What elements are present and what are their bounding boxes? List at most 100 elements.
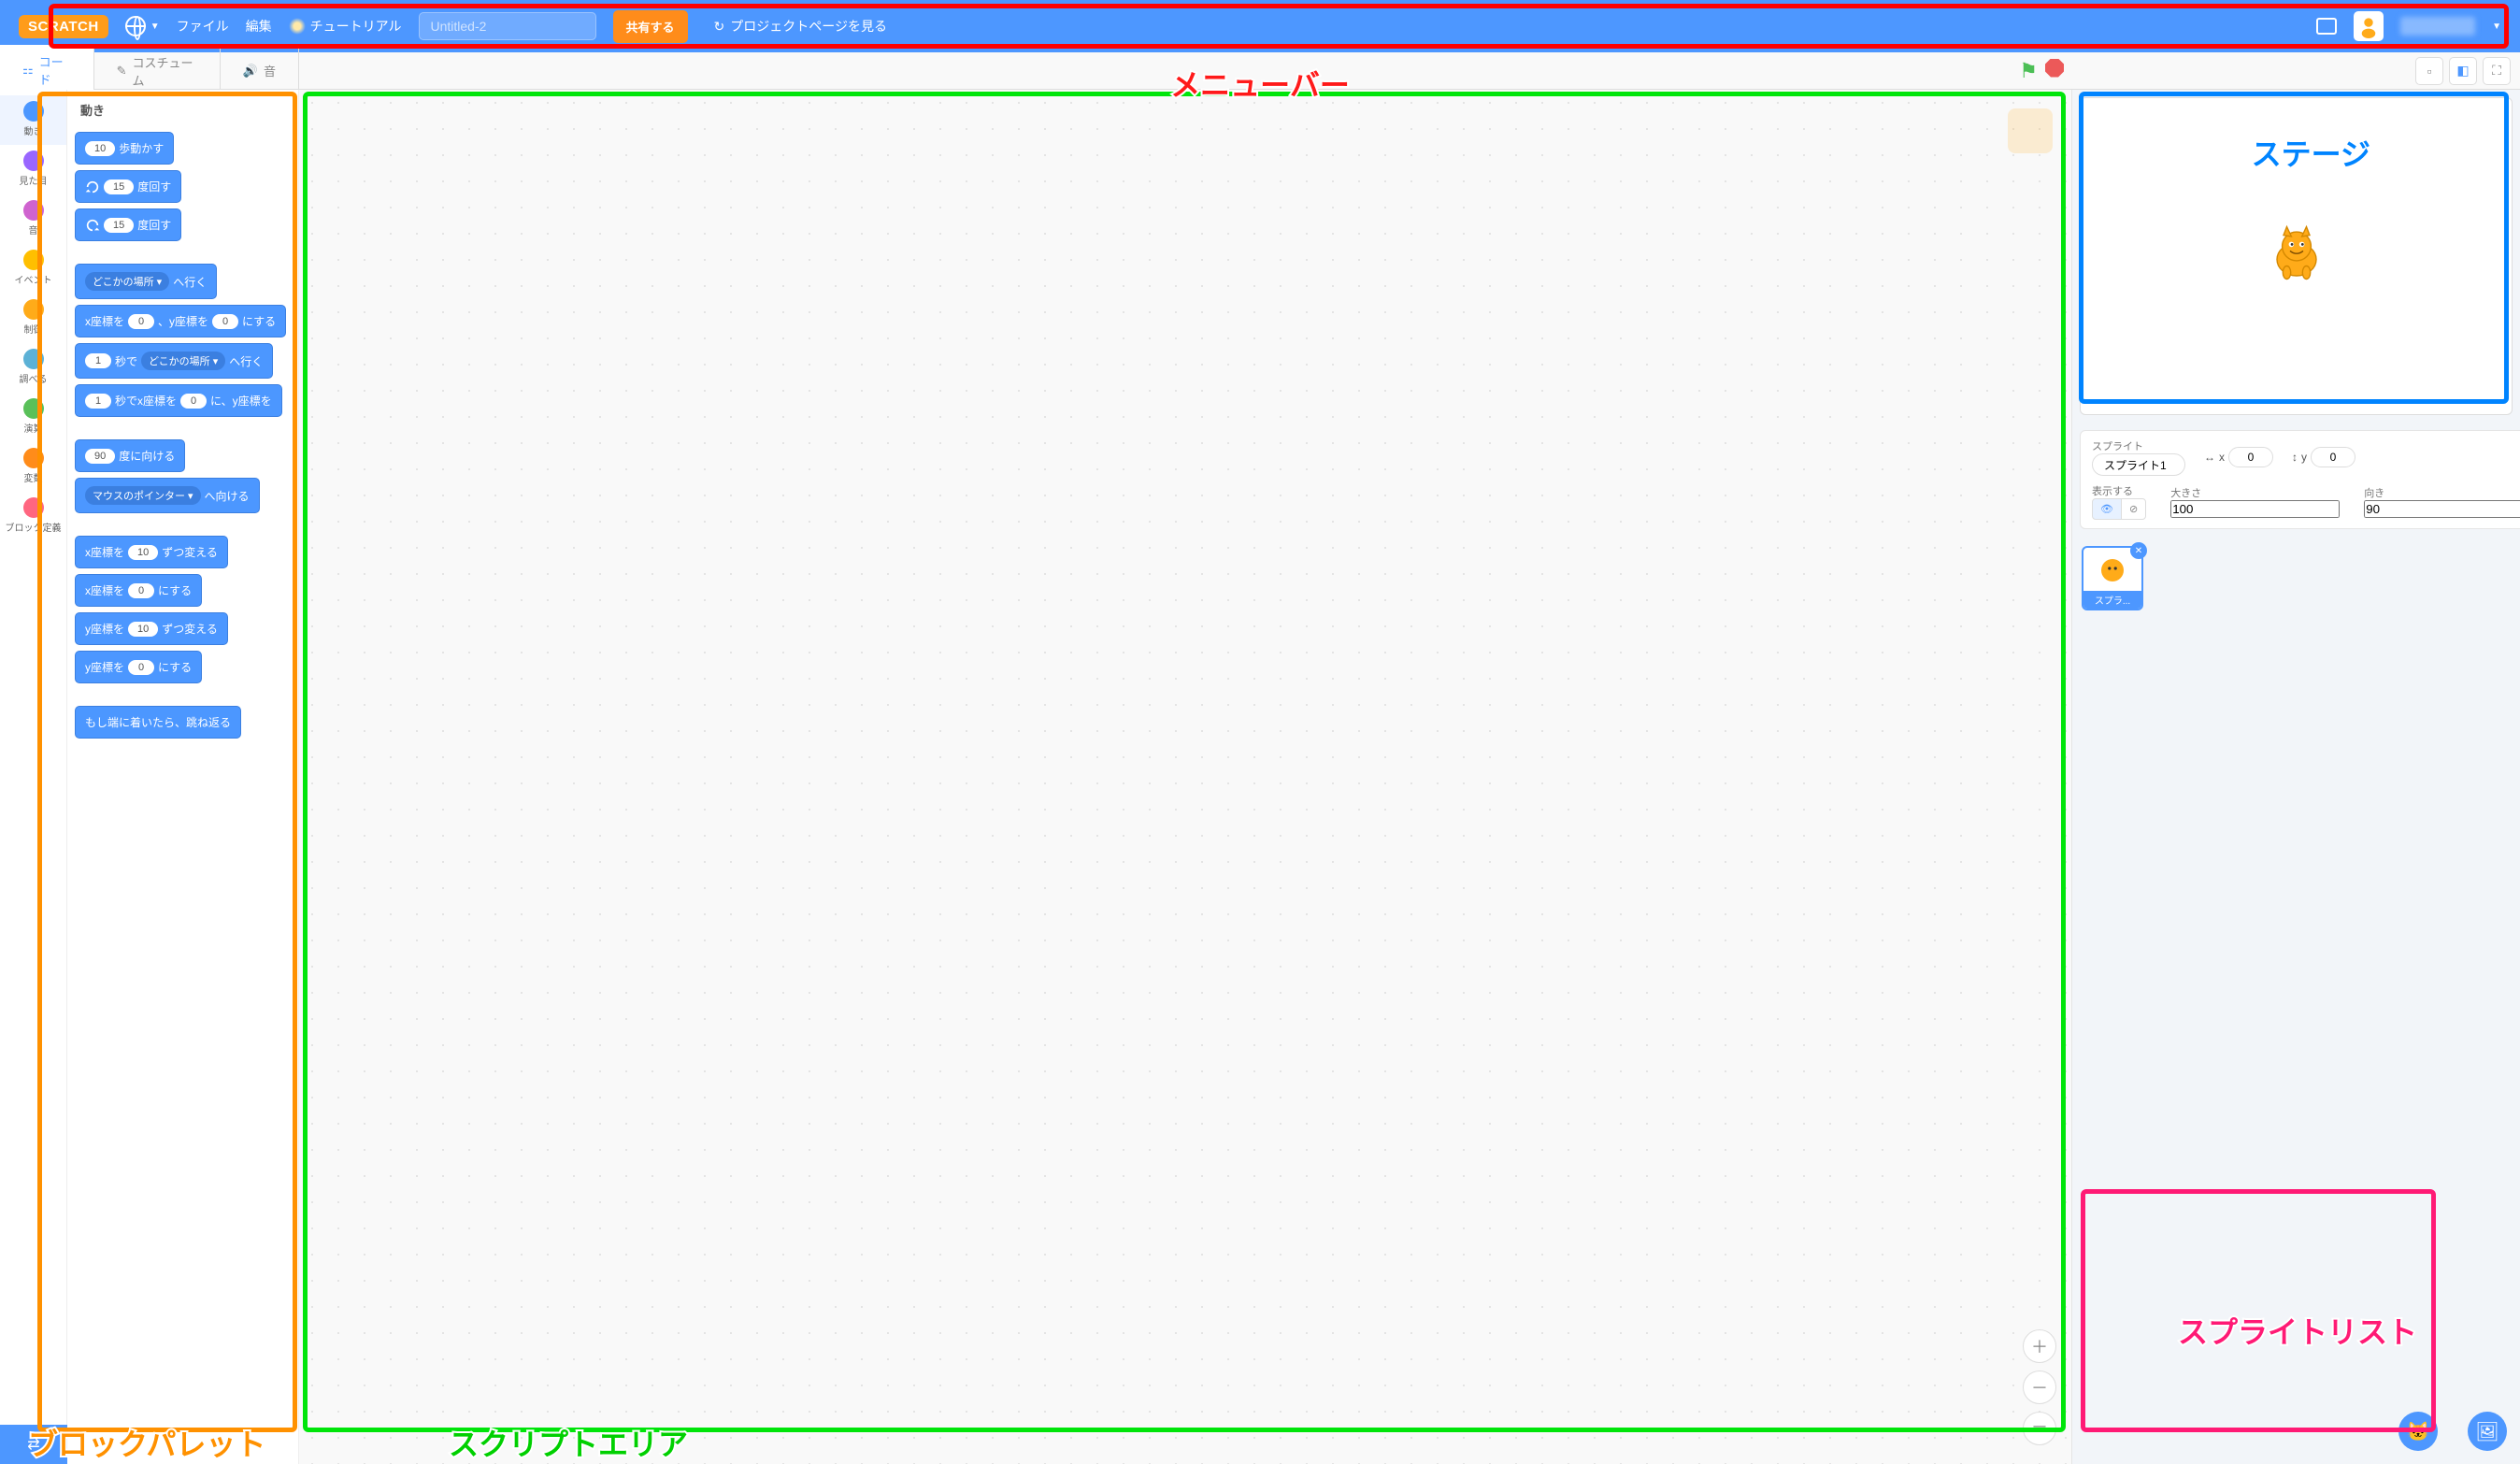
block-dropdown[interactable]: マウスのポインター ▾ (85, 486, 201, 505)
sprite-watermark-icon (2008, 108, 2053, 153)
add-sprite-button[interactable]: 🐱 (2398, 1412, 2438, 1451)
category-イベント[interactable]: イベント (0, 244, 66, 294)
category-制御[interactable]: 制御 (0, 294, 66, 343)
block-goto-xy[interactable]: x座標を0、y座標を0にする (75, 305, 286, 337)
category-ブロック定義[interactable]: ブロック定義 (0, 492, 66, 541)
scratch-logo[interactable]: SCRATCH (19, 15, 108, 38)
stop-button[interactable] (2045, 59, 2064, 78)
block-bounce-on-edge[interactable]: もし端に着いたら、跳ね返る (75, 706, 241, 739)
block-input[interactable]: 10 (128, 622, 158, 637)
block-change-x[interactable]: x座標を10ずつ変える (75, 536, 228, 568)
block-input[interactable]: 15 (104, 179, 134, 194)
blocks-category-header: 動き (75, 97, 291, 126)
turn-left-icon (85, 218, 100, 233)
x-input[interactable] (2228, 447, 2273, 467)
block-input[interactable]: 1 (85, 394, 111, 409)
block-text: y座標を (85, 621, 124, 637)
tutorials-button[interactable]: チュートリアル (289, 17, 402, 36)
category-label: 動き (24, 123, 43, 137)
block-move-steps[interactable]: 10歩動かす (75, 132, 174, 165)
block-text: y座標を (85, 659, 124, 675)
share-button[interactable]: 共有する (613, 10, 688, 43)
size-input[interactable] (2170, 500, 2340, 518)
block-point-towards[interactable]: マウスのポインター ▾へ向ける (75, 478, 260, 513)
category-調べる[interactable]: 調べる (0, 343, 66, 393)
block-turn-right[interactable]: 15度回す (75, 170, 181, 203)
block-input[interactable]: 10 (128, 545, 158, 560)
project-page-button[interactable]: ↻プロジェクトページを見る (705, 11, 896, 41)
category-label: イベント (15, 272, 52, 286)
block-point-direction[interactable]: 90度に向ける (75, 439, 185, 472)
block-glide-xy[interactable]: 1秒でx座標を0に、y座標を (75, 384, 282, 417)
block-input[interactable]: 15 (104, 218, 134, 233)
block-input[interactable]: 1 (85, 353, 111, 368)
sprite-label: スプライト (2092, 438, 2185, 453)
visibility-toggle[interactable]: 👁⊘ (2092, 498, 2146, 520)
category-演算[interactable]: 演算 (0, 393, 66, 442)
x-arrow-icon: ↔ (2204, 451, 2215, 464)
block-input[interactable]: 10 (85, 141, 115, 156)
category-見た目[interactable]: 見た目 (0, 145, 66, 194)
edit-menu[interactable]: 編集 (246, 17, 272, 36)
show-icon[interactable]: 👁 (2093, 499, 2122, 519)
category-変数[interactable]: 変数 (0, 442, 66, 492)
block-turn-left[interactable]: 15度回す (75, 208, 181, 241)
language-menu[interactable]: ▼ (125, 16, 160, 36)
sound-icon: 🔊 (243, 64, 258, 79)
y-input[interactable] (2311, 447, 2355, 467)
hide-icon[interactable]: ⊘ (2122, 499, 2145, 519)
script-area[interactable]: ＋ － ＝ (299, 90, 2071, 1464)
category-label: 調べる (20, 371, 48, 385)
block-text: に、y座標を (210, 393, 272, 409)
stage-small-button[interactable]: ▫ (2415, 57, 2443, 85)
block-input[interactable]: 0 (128, 660, 154, 675)
add-backdrop-button[interactable]: 🖼 (2468, 1412, 2507, 1451)
zoom-out-button[interactable]: － (2023, 1371, 2056, 1404)
block-goto[interactable]: どこかの場所 ▾へ行く (75, 264, 217, 299)
block-input[interactable]: 0 (128, 314, 154, 329)
block-dropdown[interactable]: どこかの場所 ▾ (141, 352, 225, 370)
sprite-tile[interactable]: ✕ スプラ... (2082, 546, 2143, 610)
block-text: にする (242, 313, 276, 329)
category-動き[interactable]: 動き (0, 95, 66, 145)
zoom-in-button[interactable]: ＋ (2023, 1329, 2056, 1363)
block-set-y[interactable]: y座標を 0 にする (75, 651, 202, 683)
block-text: にする (158, 659, 192, 675)
category-dot-icon (23, 448, 44, 468)
stage-large-button[interactable]: ◧ (2449, 57, 2477, 85)
block-dropdown[interactable]: どこかの場所 ▾ (85, 272, 169, 291)
category-label: 音 (29, 222, 38, 237)
tutorials-label: チュートリアル (310, 17, 402, 36)
sprite-name-input[interactable] (2092, 453, 2185, 476)
scratch-cat-sprite[interactable] (2264, 223, 2329, 289)
stage-view[interactable] (2080, 97, 2513, 415)
tab-costumes-label: コスチューム (133, 53, 197, 89)
block-glide-to[interactable]: 1秒でどこかの場所 ▾へ行く (75, 343, 273, 379)
user-avatar[interactable] (2354, 11, 2384, 41)
project-title-input[interactable] (419, 12, 596, 40)
turn-right-icon (85, 179, 100, 194)
category-dot-icon (23, 250, 44, 270)
category-label: ブロック定義 (6, 520, 62, 534)
block-palette: 動き見た目音イベント制御調べる演算変数ブロック定義 動き 10歩動かす 15度回… (0, 90, 299, 1464)
file-menu[interactable]: ファイル (177, 17, 229, 36)
block-input[interactable]: 0 (212, 314, 238, 329)
extension-button[interactable]: ⇄ (0, 1425, 67, 1464)
block-change-y[interactable]: y座標を10ずつ変える (75, 612, 228, 645)
category-label: 変数 (24, 470, 43, 484)
block-input[interactable]: 0 (128, 583, 154, 598)
block-input[interactable]: 90 (85, 449, 115, 464)
block-input[interactable]: 0 (180, 394, 207, 409)
direction-input[interactable] (2364, 500, 2520, 518)
delete-sprite-button[interactable]: ✕ (2130, 542, 2147, 559)
category-音[interactable]: 音 (0, 194, 66, 244)
category-label: 演算 (24, 421, 43, 435)
username[interactable] (2400, 17, 2475, 36)
block-set-x[interactable]: x座標を0にする (75, 574, 202, 607)
block-text: へ行く (229, 353, 263, 369)
zoom-reset-button[interactable]: ＝ (2023, 1412, 2056, 1445)
folder-icon[interactable] (2316, 18, 2337, 35)
fullscreen-button[interactable]: ⛶ (2483, 57, 2511, 85)
caret-down-icon: ▼ (150, 22, 160, 32)
green-flag-button[interactable]: ⚑ (2019, 59, 2038, 83)
